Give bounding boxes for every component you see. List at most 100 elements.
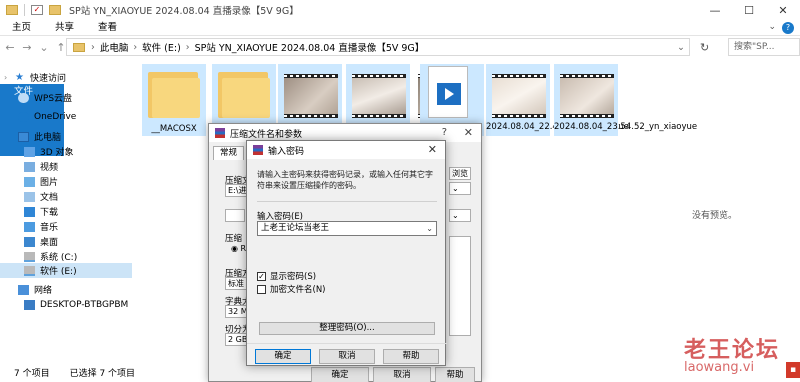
file-item-folder-macosx[interactable]: __MACOSX [142,64,206,136]
video-thumbnail-icon [352,74,406,118]
help-button[interactable]: 帮助 [435,367,475,382]
chevron-down-icon[interactable]: ⌄ [426,222,433,235]
video-folder-icon [24,161,35,172]
show-password-checkbox[interactable]: ✓ 显示密码(S) [257,270,316,282]
chevron-right-icon[interactable]: › [91,42,95,53]
watermark-url: laowang.vi [684,360,755,375]
maximize-button[interactable]: ☐ [732,0,766,20]
file-name: 2024.08.04_22.40.09_yn_xiaoyue [486,122,629,132]
sidebar-item-quick-access[interactable]: › ★ 快速访问 [0,70,132,85]
tab-share[interactable]: 共享 [43,20,86,36]
file-name: __MACOSX [151,124,197,134]
cube-icon [24,146,35,157]
ok-button[interactable]: 确定 [311,367,369,382]
address-bar[interactable]: › 此电脑 › 软件 (E:) › SP站 YN_XIAOYUE 2024.08… [66,38,690,56]
checkbox-unchecked-icon[interactable] [257,284,266,294]
sidebar-item-label: 网络 [34,286,53,296]
sidebar-item-music[interactable]: 音乐 [0,219,132,234]
cancel-button[interactable]: 取消 [373,367,431,382]
sidebar-item-label: 音乐 [40,223,59,233]
window-titlebar: ✓ SP站 YN_XIAOYUE 2024.08.04 直播录像【5V 9G】 … [0,0,800,20]
sidebar-item-label: 图片 [40,178,59,188]
profile-select[interactable] [225,209,245,222]
file-item-video[interactable]: 2024.08.04_23.54.52_yn_xiaoyue [554,64,698,136]
help-button[interactable]: 帮助 [383,349,439,364]
address-bar-row: ← → ⌄ ↑ › 此电脑 › 软件 (E:) › SP站 YN_XIAOYUE… [0,36,800,58]
computer-icon [24,299,35,310]
archive-name-dropdown[interactable]: ⌄ [449,182,471,195]
app-badge-icon: ▪ [786,362,800,378]
tab-view[interactable]: 查看 [86,20,129,36]
sidebar-item-label: 桌面 [40,238,59,248]
tab-home[interactable]: 主页 [0,20,43,36]
minimize-button[interactable]: — [698,0,732,20]
sidebar-item-label: 视频 [40,163,59,173]
breadcrumb-drive-e[interactable]: 软件 (E:) [142,40,181,54]
winrar-icon [253,145,263,155]
sidebar-item-desktop[interactable]: 桌面 [0,234,132,249]
chevron-down-icon[interactable]: ⌄ [677,42,685,53]
sidebar-item-desktop-computer[interactable]: DESKTOP-BTBGPBM [0,297,132,312]
refresh-icon[interactable]: ↻ [700,41,709,54]
profile-dropdown[interactable]: ⌄ [449,209,471,222]
sidebar-item-3d-objects[interactable]: 3D 对象 [0,144,132,159]
ribbon-tabs: 文件 主页 共享 查看 ⌄ ? [0,20,800,156]
sidebar-item-label: OneDrive [34,111,77,122]
new-folder-icon[interactable] [49,5,61,15]
file-name: 2024.08.04_23.54.52_yn_xiaoyue [554,122,698,132]
item-count: 7 个项目 [14,368,50,379]
video-thumbnail-icon [492,74,546,118]
encrypt-filenames-checkbox[interactable]: 加密文件名(N) [257,283,326,295]
checkbox-label: 显示密码(S) [270,272,317,282]
folder-front [152,78,200,118]
chevron-right-icon[interactable]: › [186,42,190,53]
sidebar-item-downloads[interactable]: 下载 [0,204,132,219]
sidebar-item-label: 此电脑 [34,133,62,143]
cloud-icon [18,92,29,103]
tab-general[interactable]: 常规 [213,146,245,160]
close-icon[interactable]: ✕ [464,126,473,139]
sidebar-item-network[interactable]: 网络 [0,282,132,297]
sidebar-item-pictures[interactable]: 图片 [0,174,132,189]
back-icon[interactable]: ← [3,41,17,54]
password-description: 请输入主密码来获得密码记录，或输入任何其它字符串来设置压缩操作的密码。 [257,170,433,190]
recent-dropdown-icon[interactable]: ⌄ [37,41,51,54]
close-icon[interactable]: ✕ [428,143,437,156]
sidebar-item-drive-e[interactable]: 软件 (E:) [0,263,132,278]
play-icon [437,83,461,105]
password-input[interactable]: 上老王论坛当老王 ⌄ [257,221,437,236]
sidebar-item-videos[interactable]: 视频 [0,159,132,174]
sidebar-item-documents[interactable]: 文档 [0,189,132,204]
sidebar-item-label: 快速访问 [30,74,67,84]
breadcrumb-current-folder[interactable]: SP站 YN_XIAOYUE 2024.08.04 直播录像【5V 9G】 [195,40,425,54]
music-icon [24,221,35,232]
password-value: 上老王论坛当老王 [261,223,330,233]
checkbox-checked-icon[interactable]: ✓ [257,271,266,281]
search-input[interactable]: 搜索"SP... [728,38,800,56]
window-title: SP站 YN_XIAOYUE 2024.08.04 直播录像【5V 9G】 [69,6,299,17]
sidebar-item-this-pc[interactable]: 此电脑 [0,129,132,144]
chevron-right-icon[interactable]: › [133,42,137,53]
help-icon[interactable]: ? [782,22,794,34]
file-item-video[interactable]: 2024.08.04_22.40.09_yn_xiaoyue [486,64,629,136]
chevron-right-icon[interactable]: › [4,73,7,82]
sidebar-item-drive-c[interactable]: 系统 (C:) [0,249,132,264]
browse-button[interactable]: 浏览(B)... [449,167,471,180]
star-icon: ★ [15,71,24,83]
dialog-title: 输入密码 [268,146,305,157]
cancel-button[interactable]: 取消 [319,349,375,364]
properties-icon[interactable]: ✓ [31,5,43,15]
sidebar-item-onedrive[interactable]: OneDrive [0,109,132,124]
ok-button[interactable]: 确定 [255,349,311,364]
sidebar-item-label: 下载 [40,208,59,218]
breadcrumb-this-pc[interactable]: 此电脑 [100,40,129,54]
ribbon-expand-icon[interactable]: ⌄ [768,22,776,34]
forward-icon[interactable]: → [20,41,34,54]
sidebar-item-wps-cloud[interactable]: WPS云盘 [0,90,132,105]
organize-passwords-button[interactable]: 整理密码(O)... [259,322,435,335]
close-button[interactable]: ✕ [766,0,800,20]
sidebar-item-label: 软件 (E:) [40,267,77,277]
help-icon[interactable]: ? [442,127,447,138]
drive-icon [24,251,35,262]
video-thumbnail-icon [560,74,614,118]
